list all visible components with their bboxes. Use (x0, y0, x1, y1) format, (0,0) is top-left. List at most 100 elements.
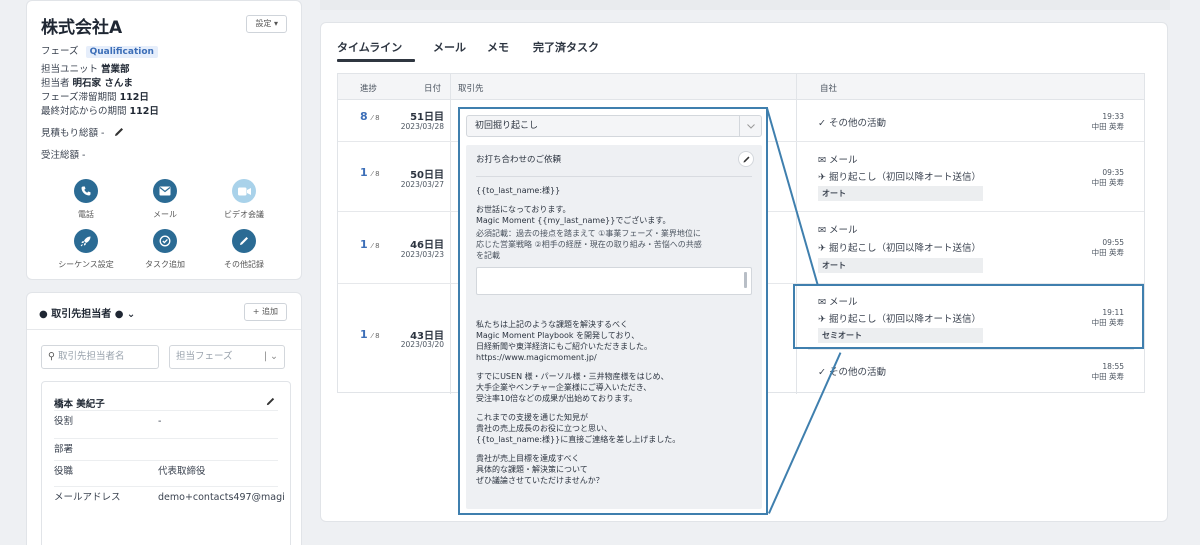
header-own: 自社 (820, 84, 838, 94)
email-instruction: 必須記載：過去の接点を踏まえて ①事業フェーズ・業界地位に 応じた営業戦略 ②相… (476, 229, 702, 260)
time-text: 19:33 (1102, 112, 1124, 121)
tab-completed-tasks[interactable]: 完了済タスク (533, 39, 599, 55)
rocket-icon (74, 229, 98, 253)
call-action[interactable]: 電話 (51, 179, 121, 220)
activity-time: 09:35 中田 英寿 (1092, 168, 1124, 188)
progress-total: 8 (375, 242, 380, 250)
last-contact-label: 最終対応からの期間 (41, 106, 127, 117)
phase-select[interactable]: 担当フェーズ | ⌄ (169, 345, 285, 369)
unit-label: 担当ユニット (41, 64, 99, 75)
progress-cell: 1 ⁄ 8 (360, 328, 380, 341)
email-paragraph: お世話になっております。 Magic Moment {{my_last_name… (476, 205, 671, 225)
unit-value: 営業部 (101, 64, 130, 75)
phase-days-value: 112日 (119, 92, 149, 103)
task-label: タスク追加 (145, 260, 185, 269)
time-text: 18:55 (1102, 362, 1124, 371)
field-key: メールアドレス (54, 492, 121, 503)
activity-item[interactable]: ✓ その他の活動 19:33 中田 英寿 (808, 100, 1134, 142)
other-record-action[interactable]: その他記録 (209, 229, 279, 270)
activity-item[interactable]: ✓ その他の活動 18:55 中田 英寿 (808, 350, 1134, 392)
day-count: 46日目 (410, 240, 444, 251)
settings-label: 設定 (255, 19, 272, 28)
field-value: demo+contacts497@magi (158, 492, 285, 503)
edit-estimate-icon[interactable] (113, 126, 125, 138)
contacts-card: ● 取引先担当者 ● ⌄ + 追加 ⚲ 取引先担当者名 担当フェーズ | ⌄ 橋… (26, 292, 302, 545)
activity-subtitle: ✈ 掘り起こし（初回以降オート送信） (818, 243, 981, 254)
settings-button[interactable]: 設定 ▾ (246, 15, 287, 33)
tab-memo[interactable]: メモ (487, 39, 509, 55)
company-name: 株式会社A (41, 18, 123, 38)
template-select-value: 初回掘り起こし (475, 121, 539, 131)
contact-field-row: メールアドレス demo+contacts497@magi (54, 486, 285, 508)
sequence-action[interactable]: シーケンス設定 (51, 229, 121, 270)
field-value: 代表取締役 (158, 466, 206, 477)
video-action[interactable]: ビデオ会議 (209, 179, 279, 220)
table-header: 進捗 日付 取引先 自社 (338, 74, 1144, 100)
phase-badge: Qualification (85, 46, 158, 58)
activity-tag: オート (818, 186, 983, 201)
video-icon (232, 179, 256, 203)
resize-handle[interactable] (744, 272, 747, 288)
mail-action[interactable]: メール (130, 179, 200, 220)
last-contact-row: 最終対応からの期間 112日 (41, 103, 159, 117)
progress-total: 8 (375, 332, 380, 340)
field-key: 役職 (54, 466, 74, 477)
phase-select-placeholder: 担当フェーズ (176, 351, 233, 362)
divider (27, 329, 301, 330)
activity-item[interactable]: ✉ メール ✈ 掘り起こし（初回以降オート送信） オート 09:55 中田 英寿 (808, 212, 1134, 284)
time-text: 09:55 (1102, 238, 1124, 247)
edit-email-button[interactable] (738, 151, 754, 167)
row-date: 2023/03/23 (400, 250, 444, 259)
last-contact-value: 112日 (129, 106, 159, 117)
activity-tag: オート (818, 258, 983, 273)
edit-contact-icon[interactable] (265, 396, 276, 407)
email-preview-panel: 初回掘り起こし お打ち合わせのご依頼 {{to_last_name:様}} お世… (458, 107, 768, 515)
add-contact-button[interactable]: + 追加 (243, 303, 287, 321)
order-row: 受注総額 - (41, 147, 85, 161)
pencil-icon (232, 229, 256, 253)
contact-name: 橋本 美紀子 (54, 399, 105, 410)
activity-title: ✉ メール (818, 225, 858, 236)
task-action[interactable]: タスク追加 (130, 229, 200, 270)
unit-row: 担当ユニット 営業部 (41, 61, 130, 75)
progress-cell: 1 ⁄ 8 (360, 166, 380, 179)
row-date: 2023/03/20 (400, 340, 444, 349)
field-key: 部署 (54, 444, 74, 455)
progress-value: 1 (360, 166, 368, 179)
contacts-header[interactable]: ● 取引先担当者 ● ⌄ (39, 305, 135, 320)
custom-text-input[interactable] (476, 267, 752, 295)
task-icon (153, 229, 177, 253)
progress-value: 1 (360, 238, 368, 251)
owner-label: 担当者 (41, 78, 70, 89)
phase-days-label: フェーズ滞留期間 (41, 92, 117, 103)
person-icon: ● (39, 309, 48, 320)
email-paragraph: これまでの支援を通じた知見が 貴社の売上成長のお役に立つと思い、 {{to_la… (476, 413, 681, 444)
contact-search-input[interactable]: ⚲ 取引先担当者名 (41, 345, 159, 369)
email-paragraph: 私たちは上記のような課題を解決するべく Magic Moment Playboo… (476, 320, 652, 362)
video-label: ビデオ会議 (224, 210, 264, 219)
owner-row: 担当者 明石家 さんま (41, 75, 133, 89)
field-value: - (158, 416, 162, 427)
email-subject: お打ち合わせのご依頼 (476, 155, 562, 165)
company-card: 株式会社A 設定 ▾ フェーズ Qualification 担当ユニット 営業部… (26, 0, 302, 280)
template-select[interactable]: 初回掘り起こし (466, 115, 762, 137)
contact-search-placeholder: 取引先担当者名 (58, 351, 125, 362)
contact-field-row: 部署 (54, 438, 278, 460)
tab-mail[interactable]: メール (433, 39, 466, 55)
person-text: 中田 英寿 (1091, 372, 1124, 381)
chevron-down-icon: | ⌄ (263, 351, 278, 362)
activity-time: 19:33 中田 英寿 (1092, 112, 1124, 132)
selected-activity-highlight (793, 284, 1144, 349)
phase-days-row: フェーズ滞留期間 112日 (41, 89, 149, 103)
activity-item[interactable]: ✉ メール ✈ 掘り起こし（初回以降オート送信） オート 09:35 中田 英寿 (808, 142, 1134, 212)
day-count: 50日目 (410, 170, 444, 181)
owner-value: 明石家 さんま (72, 78, 133, 89)
top-strip (320, 0, 1170, 10)
chevron-down-icon: ⌄ (126, 309, 136, 320)
tab-timeline[interactable]: タイムライン (337, 39, 402, 55)
contact-details: 橋本 美紀子 役割 - 部署 役職 代表取締役 メールアドレス demo+con… (41, 381, 291, 545)
mail-label: メール (153, 210, 177, 219)
pencil-icon (743, 156, 749, 162)
other-record-label: その他記録 (224, 260, 264, 269)
info-icon: ● (114, 309, 124, 320)
